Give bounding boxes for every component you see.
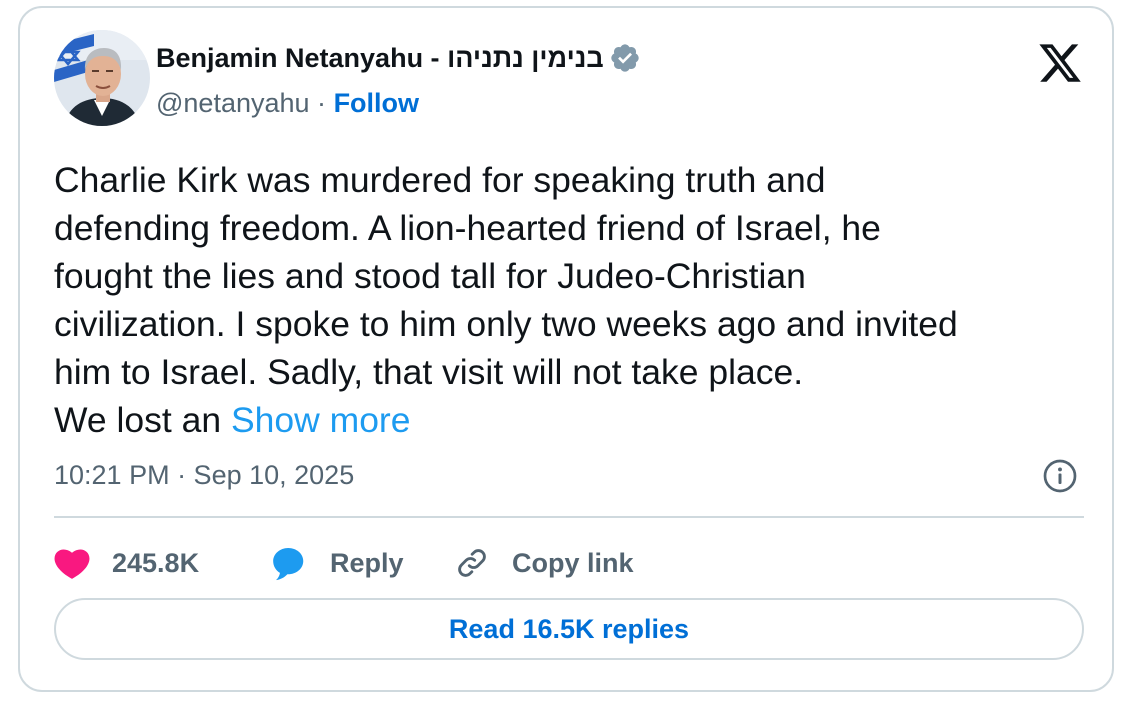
like-count: 245.8K (112, 547, 200, 578)
copy-link-button[interactable]: Copy link (454, 538, 634, 588)
author-handle-row: @netanyahu · Follow (156, 88, 419, 119)
tweet-text-line: fought the lies and stood tall for Judeo… (54, 256, 806, 296)
tweet-text-line: defending freedom. A lion-hearted friend… (54, 208, 881, 248)
avatar[interactable] (54, 30, 150, 126)
avatar-image (54, 30, 150, 126)
tweet-text: Charlie Kirk was murdered for speaking t… (54, 156, 1074, 444)
handle-separator: · (317, 88, 327, 118)
follow-button[interactable]: Follow (334, 88, 419, 118)
tweet-text-truncated: We lost an (54, 400, 222, 440)
author-name-row: Benjamin Netanyahu - בנימין נתניהו (156, 42, 641, 74)
reply-bubble-icon (273, 547, 304, 581)
divider (54, 516, 1084, 518)
tweet-embed-card: Benjamin Netanyahu - בנימין נתניהו @neta… (18, 6, 1114, 692)
tweet-timestamp[interactable]: 10:21 PM · Sep 10, 2025 (54, 460, 354, 491)
reply-button[interactable]: Reply (270, 538, 404, 588)
tweet-actions: 245.8K Reply Copy link (54, 538, 1084, 588)
author-display-name[interactable]: Benjamin Netanyahu - בנימין נתניהו (156, 43, 604, 74)
copy-link-label: Copy link (512, 547, 634, 578)
verified-badge-icon (611, 44, 639, 72)
tweet-text-last-line: We lost an Show more (54, 396, 1074, 444)
read-replies-label: Read 16.5K replies (448, 613, 690, 644)
show-more-link[interactable]: Show more (231, 400, 411, 440)
x-logo-icon[interactable] (1036, 40, 1084, 86)
reply-label: Reply (330, 547, 404, 578)
link-icon (458, 549, 486, 577)
author-handle[interactable]: @netanyahu (156, 88, 310, 118)
tweet-text-line: Charlie Kirk was murdered for speaking t… (54, 160, 826, 200)
tweet-text-line: civilization. I spoke to him only two we… (54, 304, 958, 344)
heart-icon (54, 549, 90, 579)
info-icon[interactable] (1042, 458, 1078, 494)
read-replies-button[interactable]: Read 16.5K replies (54, 598, 1084, 660)
like-button[interactable]: 245.8K (54, 538, 199, 588)
tweet-text-line: him to Israel. Sadly, that visit will no… (54, 352, 804, 392)
